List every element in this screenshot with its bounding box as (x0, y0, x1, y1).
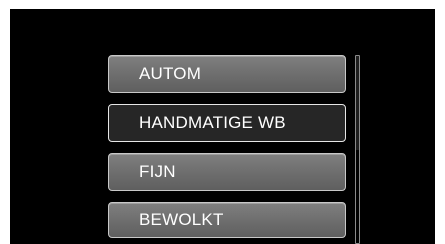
menu-item-fijn[interactable]: FIJN (108, 153, 346, 191)
menu-item-handmatige-wb[interactable]: HANDMATIGE WB (108, 104, 346, 142)
menu-item-bewolkt[interactable]: BEWOLKT (108, 202, 346, 238)
camera-menu-screen: AUTOM HANDMATIGE WB FIJN BEWOLKT (10, 9, 435, 244)
menu-item-label: AUTOM (139, 64, 202, 83)
scrollbar-thumb[interactable] (356, 56, 359, 150)
menu-item-label: FIJN (139, 162, 176, 181)
menu-item-label: BEWOLKT (139, 210, 224, 229)
menu-item-autom[interactable]: AUTOM (108, 55, 346, 93)
menu-scrollbar[interactable] (355, 55, 360, 244)
menu-item-label: HANDMATIGE WB (139, 113, 286, 132)
white-balance-menu: AUTOM HANDMATIGE WB FIJN BEWOLKT (108, 55, 348, 238)
